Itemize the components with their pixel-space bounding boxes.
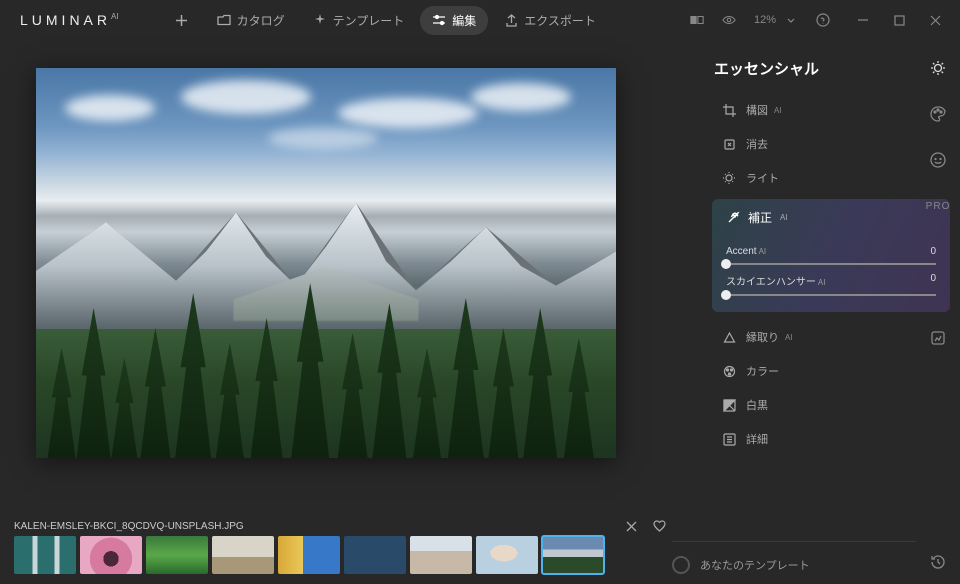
tool-blackwhite-label: 白黒 [746, 397, 768, 413]
nav-catalog[interactable]: カタログ [205, 6, 297, 35]
folder-icon [217, 13, 231, 27]
sun-icon [722, 171, 736, 185]
thumbnail[interactable] [542, 536, 604, 574]
erase-icon [722, 137, 736, 151]
thumbnail[interactable] [80, 536, 142, 574]
nav-edit[interactable]: 編集 [420, 6, 488, 35]
thumbnail[interactable] [410, 536, 472, 574]
app-logo: LUMINARAI [8, 12, 143, 28]
category-pro-label[interactable]: PRO [928, 196, 948, 216]
category-essentials-icon[interactable] [928, 58, 948, 78]
thumbnail[interactable] [476, 536, 538, 574]
slider-sky-thumb[interactable] [721, 290, 731, 300]
tool-details[interactable]: 詳細 [712, 422, 954, 456]
template-footer[interactable]: あなたのテンプレート [672, 541, 916, 574]
sparkle-icon [313, 13, 327, 27]
slider-accent[interactable] [726, 263, 936, 265]
tool-enhance-expanded: 補正 AI AccentAI 0 スカイエンハンサーAI 0 [712, 199, 950, 312]
tool-enhance-label: 補正 [748, 209, 772, 226]
tool-structure-label: 縁取り [746, 329, 779, 345]
chevron-down-icon[interactable] [784, 13, 798, 27]
nav-export-label: エクスポート [524, 12, 596, 29]
sliders-icon [432, 13, 446, 27]
thumbnail[interactable] [212, 536, 274, 574]
favorite-icon[interactable] [653, 520, 666, 532]
canvas-forest [36, 271, 616, 458]
triangle-icon [722, 330, 736, 344]
reject-icon[interactable] [626, 521, 637, 532]
compare-icon[interactable] [690, 13, 704, 27]
minimize-icon[interactable] [856, 13, 870, 27]
nav-catalog-label: カタログ [237, 12, 285, 29]
history-icon[interactable] [928, 552, 948, 572]
preview-icon[interactable] [722, 13, 736, 27]
slider-accent-thumb[interactable] [721, 259, 731, 269]
template-footer-label: あなたのテンプレート [700, 557, 810, 573]
category-creative-icon[interactable] [928, 104, 948, 124]
plus-icon [175, 13, 189, 27]
thumbnail[interactable] [278, 536, 340, 574]
crop-icon [722, 103, 736, 117]
tool-erase-label: 消去 [746, 136, 768, 152]
layers-icon[interactable] [928, 328, 948, 348]
tool-blackwhite[interactable]: 白黒 [712, 388, 954, 422]
tool-light-label: ライト [746, 170, 779, 186]
thumbnail[interactable] [14, 536, 76, 574]
magic-icon [726, 211, 740, 225]
tool-composition-label: 構図 [746, 102, 768, 118]
tool-details-label: 詳細 [746, 431, 768, 447]
maximize-icon[interactable] [892, 13, 906, 27]
color-icon [722, 364, 736, 378]
image-canvas[interactable] [36, 68, 616, 458]
thumbnail[interactable] [344, 536, 406, 574]
help-icon[interactable] [816, 13, 830, 27]
export-icon [504, 13, 518, 27]
template-ring-icon [672, 556, 690, 574]
thumbnail[interactable] [146, 536, 208, 574]
tool-color[interactable]: カラー [712, 354, 954, 388]
nav-export[interactable]: エクスポート [492, 6, 608, 35]
details-icon [722, 432, 736, 446]
nav-edit-label: 編集 [452, 12, 476, 29]
add-button[interactable] [163, 7, 201, 33]
slider-sky-label: スカイエンハンサー [726, 277, 816, 288]
nav-templates-label: テンプレート [333, 12, 405, 29]
contrast-icon [722, 398, 736, 412]
close-icon[interactable] [928, 13, 942, 27]
zoom-value[interactable]: 12% [754, 14, 776, 26]
slider-sky[interactable] [726, 294, 936, 296]
tool-color-label: カラー [746, 363, 779, 379]
slider-accent-label: Accent [726, 246, 757, 257]
filename-label: KALEN-EMSLEY-BKCI_8QCDVQ-UNSPLASH.JPG [14, 521, 244, 532]
nav-templates[interactable]: テンプレート [301, 6, 417, 35]
category-portrait-icon[interactable] [928, 150, 948, 170]
